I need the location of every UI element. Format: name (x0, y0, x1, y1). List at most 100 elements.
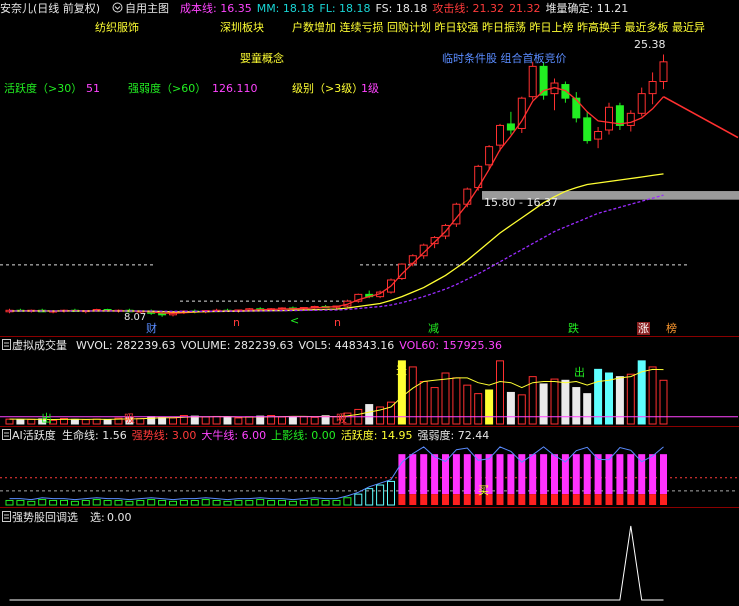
concept-tag-region: 深圳板块 (220, 21, 264, 34)
ai-bar-low (332, 499, 341, 506)
ai-bar-base (594, 494, 602, 505)
ai-bar-low (103, 499, 112, 506)
stock-chart-app: { "main_panel": { "title": "安奈儿(日线 前复权)"… (0, 0, 739, 606)
ai-bar-low (158, 499, 167, 506)
ai-bar-high (463, 454, 471, 495)
ai-bar-low (245, 499, 254, 506)
pullback-signal-line (9, 525, 664, 601)
volume-bar (485, 389, 494, 425)
attack-line-extension (663, 95, 739, 139)
ai-bar-low (310, 499, 319, 506)
main-indicator-4: 攻击线: 21.32 (432, 2, 505, 15)
ai-bar-high (572, 454, 580, 495)
pullback-value: 0.00 (107, 511, 132, 524)
concept-tag-industry: 纺织服饰 (95, 21, 139, 34)
ai-bar-low (201, 499, 210, 506)
volume-marker-xi: 吸 (124, 412, 135, 425)
ai-bar-base (540, 494, 548, 505)
ai-bar-base (431, 494, 439, 505)
ai-indicator-1: 强势线: 3.00 (131, 429, 197, 442)
main-indicator-1: MM: 18.18 (256, 2, 315, 15)
signal-marker-n2: n (334, 316, 341, 329)
ai-bar-low (81, 499, 90, 506)
ai-bar-low (343, 497, 352, 506)
main-indicator-0: 成本线: 16.35 (180, 2, 252, 15)
ai-bar-base (496, 494, 504, 505)
ai-bar-base (420, 494, 428, 505)
ai-indicator-0: 生命线: 1.56 (62, 429, 127, 442)
candle-body (659, 61, 668, 83)
ai-bar-base (442, 494, 449, 505)
ai-bar-high (529, 454, 537, 495)
volume-bar (70, 418, 79, 425)
ai-bar-low (223, 500, 232, 506)
ai-indicator-4: 活跃度: 14.95 (340, 429, 413, 442)
ai-bar-low (70, 500, 79, 506)
volume-marker-tian: 天 (396, 364, 407, 377)
candle-body (528, 65, 537, 98)
ai-marker-buy: 买 (478, 484, 489, 497)
volume-bar (659, 379, 668, 425)
candle-body (594, 131, 603, 140)
ai-panel-icon[interactable] (2, 429, 11, 443)
ai-bar-low (169, 500, 177, 506)
volume-bar (637, 360, 646, 425)
candle-body (605, 106, 613, 131)
pullback-panel-icon[interactable] (2, 511, 11, 525)
main-indicator-3: FS: 18.18 (375, 2, 428, 15)
concept-tag-events: 户数增加 连续亏损 回购计划 昨日较强 昨日振荡 昨日上榜 昨高换手 最近多板 … (292, 21, 705, 34)
signal-marker-zhang: 涨 (637, 322, 650, 335)
ai-bar-high (594, 454, 602, 495)
volume-bar (223, 416, 232, 425)
volume-bar (201, 416, 210, 425)
ai-bar-low (125, 500, 134, 506)
ai-bar-low (267, 499, 276, 506)
volume-bar (365, 404, 374, 425)
volume-bar (310, 416, 319, 425)
ai-bar-low (354, 493, 363, 506)
candle-body (463, 188, 472, 205)
volume-indicator-2: VOL5: 448343.16 (298, 339, 395, 352)
ai-bar-base (605, 494, 613, 505)
ai-bar-high (551, 454, 558, 495)
volume-bar (136, 418, 145, 425)
ai-bar-base (518, 494, 526, 505)
volume-bar (299, 416, 308, 425)
candle-body (615, 105, 624, 126)
candle-body (637, 93, 646, 114)
ai-bar-high (649, 454, 657, 495)
ai-bar-low (212, 499, 221, 506)
volume-bar (81, 419, 90, 425)
level-value: 1级 (361, 82, 379, 95)
level-label: 级别（>3级） (292, 82, 364, 95)
ai-bar-base (583, 494, 591, 505)
ai-bar-base (616, 494, 624, 505)
candle-body (408, 255, 417, 264)
ai-bar-low (234, 499, 243, 506)
main-chart-label[interactable]: 自用主图 (125, 2, 169, 15)
ai-bar-low (278, 499, 286, 506)
ai-bar-low (92, 499, 101, 506)
volume-bar (5, 418, 14, 425)
volume-indicator-1: VOLUME: 282239.63 (180, 339, 294, 352)
ai-bar-low (288, 500, 297, 506)
volume-bar (561, 379, 570, 425)
main-chart-dropdown-icon[interactable] (112, 2, 123, 16)
volume-bar (419, 381, 428, 425)
volume-marker-xi2: 吸 (336, 412, 347, 425)
ai-bar-base (529, 494, 537, 505)
volume-bar (92, 418, 101, 425)
ai-bar-base (551, 494, 558, 505)
volume-bar (234, 417, 243, 425)
signal-marker-lt: < (290, 314, 300, 327)
volume-bar (169, 417, 177, 425)
volume-panel-title[interactable]: 虚拟成交量 (12, 339, 67, 352)
volume-panel-icon[interactable] (2, 339, 11, 353)
main-indicator-2: FL: 18.18 (319, 2, 371, 15)
volume-bar (583, 393, 592, 425)
ai-bar-low (16, 499, 25, 506)
volume-bar (474, 393, 483, 425)
volume-bar (463, 384, 472, 425)
pullback-panel-title[interactable]: 强势股回调选 (12, 511, 78, 524)
ai-panel-title[interactable]: AI活跃度 (12, 429, 56, 442)
